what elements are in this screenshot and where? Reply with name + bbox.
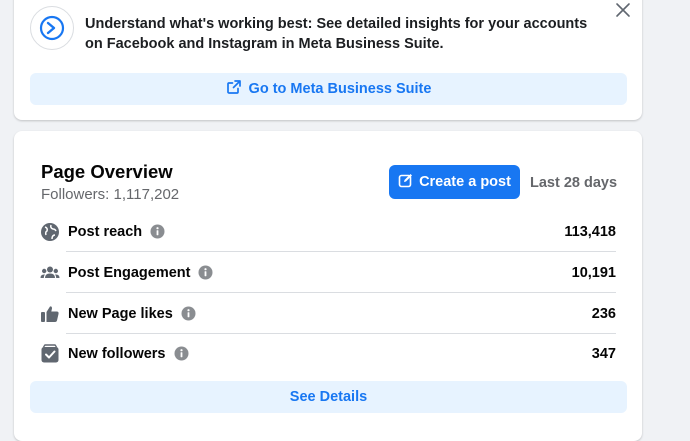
metric-row-new-page-likes: New Page likes 236 bbox=[40, 293, 616, 334]
go-to-meta-business-suite-label: Go to Meta Business Suite bbox=[248, 81, 432, 97]
see-details-button[interactable]: See Details bbox=[30, 381, 627, 413]
follow-check-icon bbox=[40, 343, 60, 364]
metric-label: New followers bbox=[68, 345, 166, 362]
metric-value: 113,418 bbox=[564, 223, 616, 240]
go-to-meta-business-suite-button[interactable]: Go to Meta Business Suite bbox=[30, 73, 627, 105]
external-link-icon bbox=[226, 79, 242, 99]
info-icon[interactable] bbox=[150, 224, 165, 239]
page-overview-card: Page Overview Followers: 1,117,202 Creat… bbox=[14, 131, 642, 441]
thumbs-up-icon bbox=[40, 304, 60, 324]
metric-value: 347 bbox=[591, 345, 616, 362]
metric-row-new-followers: New followers 347 bbox=[40, 333, 616, 374]
metric-value: 10,191 bbox=[571, 264, 616, 281]
globe-icon bbox=[40, 222, 60, 242]
metric-label: New Page likes bbox=[68, 305, 173, 322]
info-icon[interactable] bbox=[174, 346, 189, 361]
create-post-button[interactable]: Create a post bbox=[389, 165, 520, 199]
meta-business-suite-icon bbox=[30, 6, 74, 50]
promo-message: Understand what's working best: See deta… bbox=[85, 16, 588, 52]
followers-count: Followers: 1,117,202 bbox=[41, 186, 180, 203]
date-range-selector[interactable]: Last 28 days bbox=[530, 175, 617, 191]
metric-row-post-reach: Post reach 113,418 bbox=[40, 211, 616, 252]
info-icon[interactable] bbox=[198, 265, 213, 280]
metric-row-post-engagement: Post Engagement 10,191 bbox=[40, 252, 616, 293]
page-overview-title: Page Overview bbox=[41, 161, 173, 182]
people-icon bbox=[40, 263, 60, 283]
meta-business-suite-promo-card: Understand what's working best: See deta… bbox=[14, 0, 642, 120]
metric-label: Post Engagement bbox=[68, 264, 191, 281]
see-details-label: See Details bbox=[289, 389, 368, 405]
info-icon[interactable] bbox=[181, 306, 196, 321]
edit-icon bbox=[398, 173, 413, 192]
metric-label: Post reach bbox=[68, 223, 143, 240]
metric-value: 236 bbox=[591, 305, 616, 322]
create-post-label: Create a post bbox=[419, 174, 511, 190]
close-icon[interactable] bbox=[614, 1, 632, 19]
